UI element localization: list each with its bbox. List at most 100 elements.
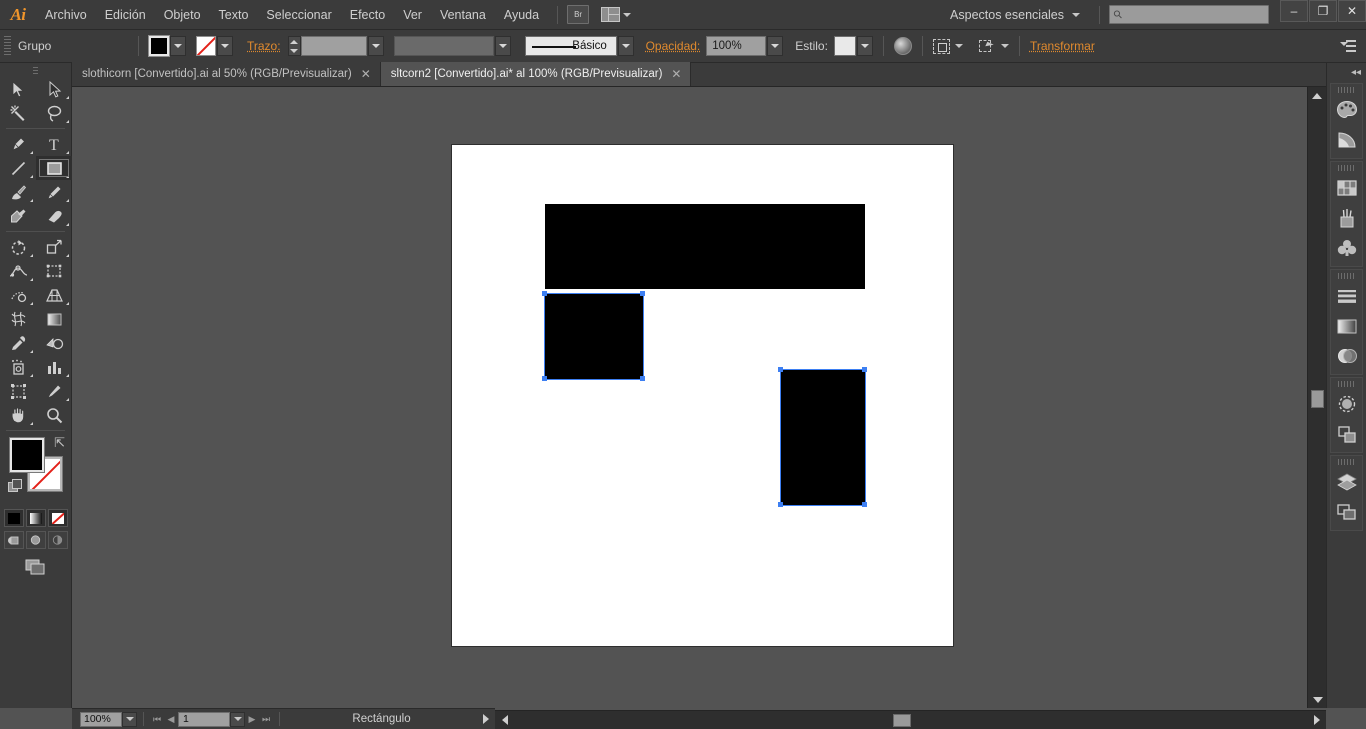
arrange-objects-icon[interactable]: [978, 39, 996, 54]
selection-anchor-point[interactable]: [542, 291, 547, 296]
zoom-tool[interactable]: [36, 403, 72, 427]
selection-anchor-point[interactable]: [640, 376, 645, 381]
horizontal-scroll-thumb[interactable]: [893, 714, 911, 727]
dock-gripper[interactable]: [1331, 84, 1362, 95]
style-dropdown[interactable]: [856, 36, 873, 56]
gradient-tool[interactable]: [36, 307, 72, 331]
draw-normal-button[interactable]: [3, 531, 24, 549]
fill-color-control[interactable]: [148, 35, 186, 57]
brushes-panel-icon[interactable]: [1331, 203, 1362, 233]
stroke-weight-label[interactable]: Trazo:: [247, 39, 281, 53]
first-page-icon[interactable]: ⏮: [150, 712, 164, 727]
color-guide-panel-icon[interactable]: [1331, 125, 1362, 155]
rotate-tool[interactable]: [0, 235, 36, 259]
rectangle-top-wide[interactable]: [545, 204, 865, 289]
appearance-panel-icon[interactable]: [1331, 389, 1362, 419]
menu-edicion[interactable]: Edición: [96, 0, 155, 30]
collapse-panels-icon[interactable]: ◂◂: [1327, 63, 1366, 81]
default-fill-stroke-icon[interactable]: [8, 479, 22, 492]
line-segment-tool[interactable]: [0, 156, 36, 180]
panel-menu-icon[interactable]: [1340, 39, 1356, 53]
menu-ventana[interactable]: Ventana: [431, 0, 495, 30]
vertical-scroll-thumb[interactable]: [1311, 390, 1324, 408]
control-bar-gripper[interactable]: [4, 35, 11, 57]
stroke-panel-icon[interactable]: [1331, 281, 1362, 311]
symbols-panel-icon[interactable]: [1331, 233, 1362, 263]
menu-ayuda[interactable]: Ayuda: [495, 0, 548, 30]
selection-anchor-point[interactable]: [640, 291, 645, 296]
workspace-switcher[interactable]: Aspectos esenciales: [940, 8, 1090, 22]
menu-texto[interactable]: Texto: [210, 0, 258, 30]
color-panel-icon[interactable]: [1331, 95, 1362, 125]
zoom-level-field[interactable]: 100%: [80, 711, 122, 727]
layers-panel-icon[interactable]: [1331, 467, 1362, 497]
arrange-control[interactable]: [978, 39, 1009, 54]
bridge-icon[interactable]: Br: [567, 5, 590, 24]
scroll-right-button[interactable]: [1307, 715, 1326, 725]
brush-definition-field[interactable]: Básico: [524, 36, 617, 56]
type-tool[interactable]: T: [36, 132, 72, 156]
document-tab-slothicorn[interactable]: slothicorn [Convertido].ai al 50% (RGB/P…: [72, 62, 381, 86]
color-swatch-button[interactable]: [3, 509, 24, 527]
change-screen-mode-button[interactable]: [23, 557, 49, 577]
artboards-panel-icon[interactable]: [1331, 497, 1362, 527]
scroll-up-button[interactable]: [1308, 87, 1326, 104]
menu-seleccionar[interactable]: Seleccionar: [257, 0, 340, 30]
paintbrush-tool[interactable]: [0, 180, 36, 204]
page-number-field[interactable]: 1: [178, 711, 230, 727]
slice-tool[interactable]: [36, 379, 72, 403]
restore-button[interactable]: ❐: [1309, 0, 1337, 22]
draw-behind-button[interactable]: [25, 531, 46, 549]
pencil-tool[interactable]: [36, 180, 72, 204]
horizontal-scrollbar[interactable]: [495, 710, 1326, 729]
eraser-tool[interactable]: [36, 204, 72, 228]
document-tab-sltcorn2[interactable]: sltcorn2 [Convertido].ai* al 100% (RGB/P…: [380, 62, 692, 86]
fill-dropdown-button[interactable]: [170, 36, 186, 56]
stroke-profile-control[interactable]: [393, 36, 511, 56]
artboard-tool[interactable]: [0, 379, 36, 403]
none-button[interactable]: [47, 509, 68, 527]
gradient-button[interactable]: [25, 509, 46, 527]
gradient-panel-icon[interactable]: [1331, 311, 1362, 341]
opacity-label[interactable]: Opacidad:: [646, 39, 701, 53]
mesh-tool[interactable]: [0, 307, 36, 331]
dock-gripper[interactable]: [1331, 270, 1362, 281]
menu-archivo[interactable]: Archivo: [36, 0, 96, 30]
rectangle-left-square[interactable]: [545, 294, 643, 379]
zoom-level-dropdown[interactable]: [122, 711, 137, 727]
width-tool[interactable]: [0, 259, 36, 283]
status-menu-icon[interactable]: [477, 714, 495, 724]
stroke-dropdown-button[interactable]: [217, 36, 233, 56]
menu-ver[interactable]: Ver: [394, 0, 431, 30]
recolor-artwork-icon[interactable]: [893, 37, 912, 55]
rectangle-tool[interactable]: [36, 156, 72, 180]
align-control[interactable]: [932, 38, 963, 54]
graphic-style-control[interactable]: [833, 36, 873, 56]
eyedropper-tool[interactable]: [0, 331, 36, 355]
scroll-left-button[interactable]: [495, 715, 514, 725]
stroke-weight-dropdown[interactable]: [367, 36, 384, 56]
transparency-panel-icon[interactable]: [1331, 341, 1362, 371]
stroke-color-control[interactable]: [196, 36, 233, 56]
selection-anchor-point[interactable]: [778, 367, 783, 372]
magic-wand-tool[interactable]: [0, 101, 36, 125]
opacity-control[interactable]: 100%: [706, 36, 784, 56]
opacity-field[interactable]: 100%: [706, 36, 767, 56]
align-icon[interactable]: [932, 38, 950, 54]
menu-efecto[interactable]: Efecto: [341, 0, 394, 30]
stroke-weight-field[interactable]: [300, 36, 367, 56]
previous-page-icon[interactable]: ◀: [164, 712, 178, 727]
selection-anchor-point[interactable]: [542, 376, 547, 381]
rectangle-right-tall[interactable]: [781, 370, 865, 505]
close-button[interactable]: ✕: [1338, 0, 1366, 22]
blob-brush-tool[interactable]: [0, 204, 36, 228]
close-icon[interactable]: ✕: [361, 68, 371, 80]
close-icon[interactable]: ✕: [671, 68, 681, 80]
free-transform-tool[interactable]: [36, 259, 72, 283]
scale-tool[interactable]: [36, 235, 72, 259]
search-input[interactable]: ⚲: [1109, 5, 1269, 24]
graphic-styles-panel-icon[interactable]: [1331, 419, 1362, 449]
arrange-documents-button[interactable]: [601, 7, 632, 22]
last-page-icon[interactable]: ⏭: [259, 712, 273, 727]
page-dropdown[interactable]: [230, 711, 245, 727]
